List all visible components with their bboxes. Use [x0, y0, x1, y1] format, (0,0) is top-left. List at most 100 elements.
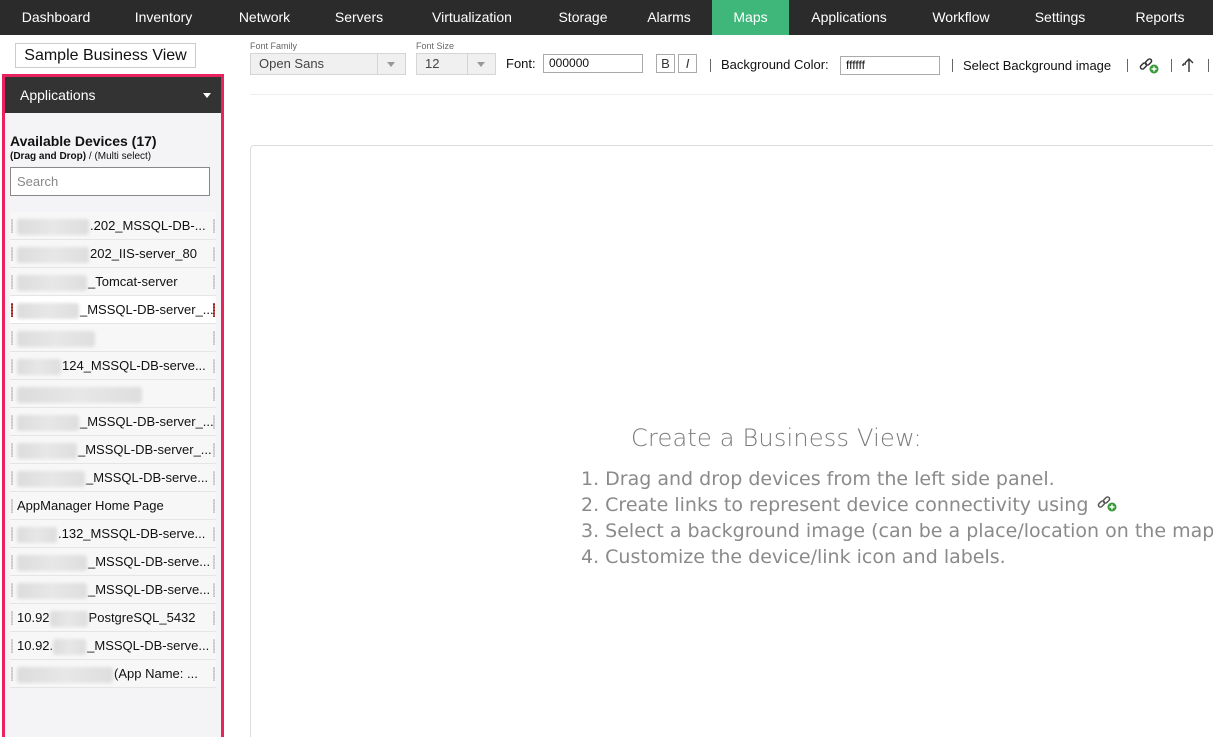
- redacted-block: [49, 610, 88, 627]
- italic-button[interactable]: I: [678, 54, 697, 73]
- redacted-block: [17, 442, 77, 459]
- nav-inventory[interactable]: Inventory: [112, 0, 215, 35]
- applications-dropdown-label: Applications: [20, 87, 96, 103]
- nav-network[interactable]: Network: [215, 0, 314, 35]
- link-add-icon[interactable]: [1138, 57, 1160, 75]
- canvas-step: 3. Select a background image (can be a p…: [581, 520, 1213, 542]
- canvas-step: 4. Customize the device/link icon and la…: [581, 546, 1006, 568]
- font-color-label: Font:: [506, 56, 536, 71]
- font-family-value: Open Sans: [259, 56, 325, 71]
- bold-button[interactable]: B: [656, 54, 675, 73]
- toolbar-divider: [1208, 59, 1209, 72]
- device-item[interactable]: _MSSQL-DB-serve...: [10, 464, 216, 492]
- redacted-block: [17, 246, 89, 263]
- device-item[interactable]: _MSSQL-DB-server_...: [10, 436, 216, 464]
- toolbar-divider: [710, 59, 711, 72]
- nav-alarms[interactable]: Alarms: [626, 0, 712, 35]
- device-label: 202_IIS-server_80: [90, 246, 197, 261]
- nav-servers[interactable]: Servers: [314, 0, 404, 35]
- device-list: .202_MSSQL-DB-... 202_IIS-server_80 _Tom…: [10, 212, 216, 688]
- device-item[interactable]: _MSSQL-DB-serve...: [10, 576, 216, 604]
- device-label: _Tomcat-server: [88, 274, 178, 289]
- device-label: (App Name: ...: [114, 666, 198, 681]
- chevron-down-icon: [377, 54, 405, 74]
- device-item[interactable]: .132_MSSQL-DB-serve...: [10, 520, 216, 548]
- redacted-block: [17, 330, 95, 347]
- device-search-input[interactable]: Search: [10, 167, 210, 196]
- top-nav: Dashboard Inventory Network Servers Virt…: [0, 0, 1213, 35]
- nav-dashboard[interactable]: Dashboard: [0, 0, 112, 35]
- redacted-block: [17, 358, 61, 375]
- redacted-block: [17, 582, 87, 599]
- device-label: _MSSQL-DB-serve...: [87, 638, 210, 653]
- canvas-step: 1. Drag and drop devices from the left s…: [581, 468, 1055, 490]
- left-panel: Applications Available Devices (17) (Dra…: [2, 74, 224, 737]
- redacted-block: [53, 638, 87, 655]
- device-label: 124_MSSQL-DB-serve...: [62, 358, 206, 373]
- device-label: _MSSQL-DB-server_...: [80, 302, 214, 317]
- nav-applications[interactable]: Applications: [789, 0, 909, 35]
- device-item[interactable]: AppManager Home Page: [10, 492, 216, 520]
- font-size-value: 12: [425, 56, 440, 71]
- redacted-block: [17, 302, 79, 319]
- device-item[interactable]: _MSSQL-DB-serve...: [10, 548, 216, 576]
- nav-settings[interactable]: Settings: [1013, 0, 1107, 35]
- caret-down-icon: [203, 93, 211, 98]
- nav-virtualization[interactable]: Virtualization: [404, 0, 540, 35]
- device-item[interactable]: _Tomcat-server: [10, 268, 216, 296]
- redacted-block: [17, 386, 142, 403]
- redacted-block: [17, 526, 57, 543]
- device-item[interactable]: _MSSQL-DB-server_...: [10, 408, 216, 436]
- bg-color-label: Background Color:: [721, 57, 829, 72]
- device-item[interactable]: 124_MSSQL-DB-serve...: [10, 352, 216, 380]
- link-add-icon: [1098, 496, 1117, 512]
- device-label: PostgreSQL_5432: [88, 610, 196, 625]
- device-item[interactable]: 10.92. _MSSQL-DB-serve...: [10, 632, 216, 660]
- nav-workflow[interactable]: Workflow: [909, 0, 1013, 35]
- nav-reports[interactable]: Reports: [1107, 0, 1213, 35]
- export-icon[interactable]: [1179, 56, 1201, 74]
- select-bg-image-link[interactable]: Select Background image: [963, 58, 1111, 73]
- font-size-label: Font Size: [416, 41, 455, 51]
- bg-color-input[interactable]: ffffff: [840, 56, 940, 75]
- device-label: _MSSQL-DB-serve...: [86, 470, 209, 485]
- toolbar-divider: [1171, 59, 1172, 72]
- nav-maps[interactable]: Maps: [712, 0, 789, 35]
- toolbar-divider: [952, 59, 953, 72]
- redacted-block: [17, 414, 79, 431]
- device-item[interactable]: [10, 380, 216, 408]
- font-size-select[interactable]: 12: [416, 53, 496, 75]
- font-color-input[interactable]: 000000: [543, 54, 643, 73]
- drag-drop-hint: (Drag and Drop): [10, 151, 87, 162]
- device-label: _MSSQL-DB-serve...: [88, 554, 211, 569]
- redacted-block: [17, 554, 87, 571]
- canvas-step: 2. Create links to represent device conn…: [581, 492, 1213, 518]
- device-item[interactable]: .202_MSSQL-DB-...: [10, 212, 216, 240]
- toolbar-divider: [1127, 59, 1128, 72]
- device-ip-prefix: 10.92: [17, 610, 50, 625]
- applications-dropdown[interactable]: Applications: [5, 77, 221, 113]
- font-family-select[interactable]: Open Sans: [250, 53, 406, 75]
- device-label: AppManager Home Page: [17, 498, 164, 513]
- device-item[interactable]: _MSSQL-DB-server_...: [10, 296, 216, 324]
- redacted-block: [17, 218, 89, 235]
- device-item[interactable]: (App Name: ...: [10, 660, 216, 688]
- device-label: _MSSQL-DB-server_...: [80, 414, 214, 429]
- device-item[interactable]: 202_IIS-server_80: [10, 240, 216, 268]
- device-item[interactable]: [10, 324, 216, 352]
- multi-select-hint: / (Multi select): [86, 151, 152, 162]
- nav-storage[interactable]: Storage: [540, 0, 626, 35]
- device-item[interactable]: 10.92 PostgreSQL_5432: [10, 604, 216, 632]
- redacted-block: [17, 666, 113, 683]
- font-family-label: Font Family: [250, 41, 298, 51]
- chevron-down-icon: [467, 54, 495, 74]
- device-label: _MSSQL-DB-server_...: [78, 442, 212, 457]
- business-view-name[interactable]: Sample Business View: [15, 43, 196, 68]
- redacted-block: [17, 470, 85, 487]
- device-label: .202_MSSQL-DB-...: [90, 218, 206, 233]
- redacted-block: [17, 274, 87, 291]
- device-label: .132_MSSQL-DB-serve...: [58, 526, 206, 541]
- canvas-title: Create a Business View:: [631, 424, 922, 452]
- business-view-canvas[interactable]: Create a Business View: 1. Drag and drop…: [250, 145, 1213, 737]
- device-label: _MSSQL-DB-serve...: [88, 582, 211, 597]
